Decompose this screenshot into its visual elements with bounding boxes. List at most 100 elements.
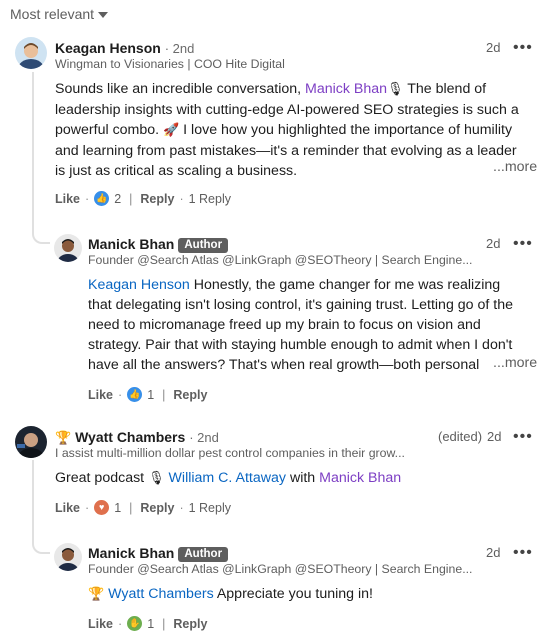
timestamp: 2d xyxy=(486,545,501,560)
comment-line: have all the answers? That's when real g… xyxy=(88,357,480,373)
chevron-down-icon xyxy=(98,11,109,18)
rocket-icon: 🚀 xyxy=(163,123,180,138)
text: powerful combo. xyxy=(55,122,164,138)
like-button[interactable]: Like xyxy=(55,192,80,206)
comment-actions: Like · 👍 2 | Reply · 1 Reply xyxy=(55,191,231,206)
timestamp: 2d xyxy=(487,429,502,444)
comment-body: Great podcast 🎙 William C. Attaway with … xyxy=(55,468,540,489)
trophy-icon: 🏆 xyxy=(88,587,105,602)
mention-link[interactable]: Wyatt Chambers xyxy=(108,586,214,602)
author-headline: I assist multi-million dollar pest contr… xyxy=(55,446,405,460)
thread-elbow xyxy=(32,532,50,554)
comment-line: that delegating isn't losing control, it… xyxy=(88,297,514,313)
replies-count[interactable]: 1 Reply xyxy=(189,501,231,515)
thread-line xyxy=(32,72,34,222)
see-more-link[interactable]: ...more xyxy=(493,355,537,371)
author-name[interactable]: Manick Bhan xyxy=(88,236,174,252)
separator: · xyxy=(179,500,184,515)
comment-author[interactable]: Keagan Henson · 2nd xyxy=(55,40,194,56)
separator: · xyxy=(118,387,123,402)
mention-link[interactable]: Keagan Henson xyxy=(88,277,190,293)
timestamp: 2d xyxy=(486,236,501,251)
comment-author[interactable]: Manick Bhan Author xyxy=(88,236,229,253)
separator: | xyxy=(162,387,166,402)
text: with xyxy=(286,470,320,486)
comment-actions: Like · ♥ 1 | Reply · 1 Reply xyxy=(55,500,231,515)
microphone-icon: 🎙 xyxy=(148,471,165,486)
like-button[interactable]: Like xyxy=(55,501,80,515)
sort-dropdown[interactable]: Most relevant xyxy=(10,6,109,22)
comment-line: need to micromanage freed up my brain to… xyxy=(88,317,481,333)
ellipsis-icon[interactable]: ••• xyxy=(513,40,533,56)
comment-line: strategy. Pair that with staying humble … xyxy=(88,337,513,353)
comment-actions: Like · ✋ 1 | Reply xyxy=(88,616,207,631)
like-reaction-icon[interactable]: 👍 xyxy=(94,191,110,206)
like-reaction-icon[interactable]: 👍 xyxy=(127,387,143,402)
edited-label: (edited) xyxy=(438,429,483,444)
author-name[interactable]: Keagan Henson xyxy=(55,40,161,56)
comment-line: leadership insights with cutting-edge AI… xyxy=(55,102,519,118)
text: Great podcast xyxy=(55,470,149,486)
trophy-icon: 🏆 xyxy=(55,431,72,446)
comment-line: Keagan Henson Honestly, the game changer… xyxy=(88,275,543,295)
text: The blend of xyxy=(403,81,487,97)
separator: | xyxy=(162,616,166,631)
sort-label: Most relevant xyxy=(10,6,95,22)
avatar[interactable] xyxy=(15,37,47,69)
mention-link[interactable]: Manick Bhan xyxy=(319,470,401,486)
microphone-icon: 🎙 xyxy=(387,82,404,97)
replies-count[interactable]: 1 Reply xyxy=(189,192,231,206)
avatar[interactable] xyxy=(15,426,47,458)
separator: · xyxy=(85,500,90,515)
see-more-link[interactable]: ...more xyxy=(493,159,537,175)
mention-link[interactable]: Manick Bhan xyxy=(305,81,387,97)
author-badge: Author xyxy=(178,547,229,562)
like-button[interactable]: Like xyxy=(88,617,113,631)
comment-body: 🏆 Wyatt Chambers Appreciate you tuning i… xyxy=(88,584,543,605)
reply-button[interactable]: Reply xyxy=(173,388,207,402)
mention-link[interactable]: William C. Attaway xyxy=(169,470,286,486)
ellipsis-icon[interactable]: ••• xyxy=(513,236,533,252)
reply-button[interactable]: Reply xyxy=(173,617,207,631)
ellipsis-icon[interactable]: ••• xyxy=(513,545,533,561)
thread-line xyxy=(32,460,34,534)
thread-elbow xyxy=(32,220,50,244)
reaction-count[interactable]: 1 xyxy=(114,501,121,515)
reply-button[interactable]: Reply xyxy=(140,192,174,206)
author-headline: Founder @Search Atlas @LinkGraph @SEOThe… xyxy=(88,562,473,576)
like-button[interactable]: Like xyxy=(88,388,113,402)
author-name[interactable]: Wyatt Chambers xyxy=(75,429,185,445)
reaction-count[interactable]: 1 xyxy=(147,617,154,631)
comment-body: Keagan Henson Honestly, the game changer… xyxy=(88,275,543,375)
comment-line: Sounds like an incredible conversation, … xyxy=(55,79,540,100)
comment-author[interactable]: 🏆 Wyatt Chambers · 2nd xyxy=(55,429,219,446)
author-headline: Wingman to Visionaries | COO Hite Digita… xyxy=(55,57,285,71)
avatar[interactable] xyxy=(54,234,82,262)
comment-body: Sounds like an incredible conversation, … xyxy=(55,79,540,181)
avatar[interactable] xyxy=(54,543,82,571)
reaction-count[interactable]: 2 xyxy=(114,192,121,206)
separator: | xyxy=(129,500,133,515)
separator: · xyxy=(179,191,184,206)
reaction-count[interactable]: 1 xyxy=(147,388,154,402)
separator: · xyxy=(85,191,90,206)
comment-line: is just as critical as scaling a busines… xyxy=(55,163,298,179)
comment-actions: Like · 👍 1 | Reply xyxy=(88,387,207,402)
connection-degree: · 2nd xyxy=(189,430,219,445)
text: I love how you highlighted the importanc… xyxy=(179,122,513,138)
reply-button[interactable]: Reply xyxy=(140,501,174,515)
text: Appreciate you tuning in! xyxy=(213,586,373,602)
separator: | xyxy=(129,191,133,206)
text: Honestly, the game changer for me was re… xyxy=(189,277,501,293)
text: Sounds like an incredible conversation, xyxy=(55,81,306,97)
comment-line: powerful combo. 🚀 I love how you highlig… xyxy=(55,120,540,141)
celebrate-reaction-icon[interactable]: ✋ xyxy=(127,616,143,631)
comment-line: and learning from past mistakes—it's a r… xyxy=(55,143,517,159)
author-name[interactable]: Manick Bhan xyxy=(88,545,174,561)
love-reaction-icon[interactable]: ♥ xyxy=(94,500,110,515)
separator: · xyxy=(118,616,123,631)
comment-author[interactable]: Manick Bhan Author xyxy=(88,545,229,562)
ellipsis-icon[interactable]: ••• xyxy=(513,429,533,445)
author-headline: Founder @Search Atlas @LinkGraph @SEOThe… xyxy=(88,253,473,267)
connection-degree: · 2nd xyxy=(164,41,195,56)
